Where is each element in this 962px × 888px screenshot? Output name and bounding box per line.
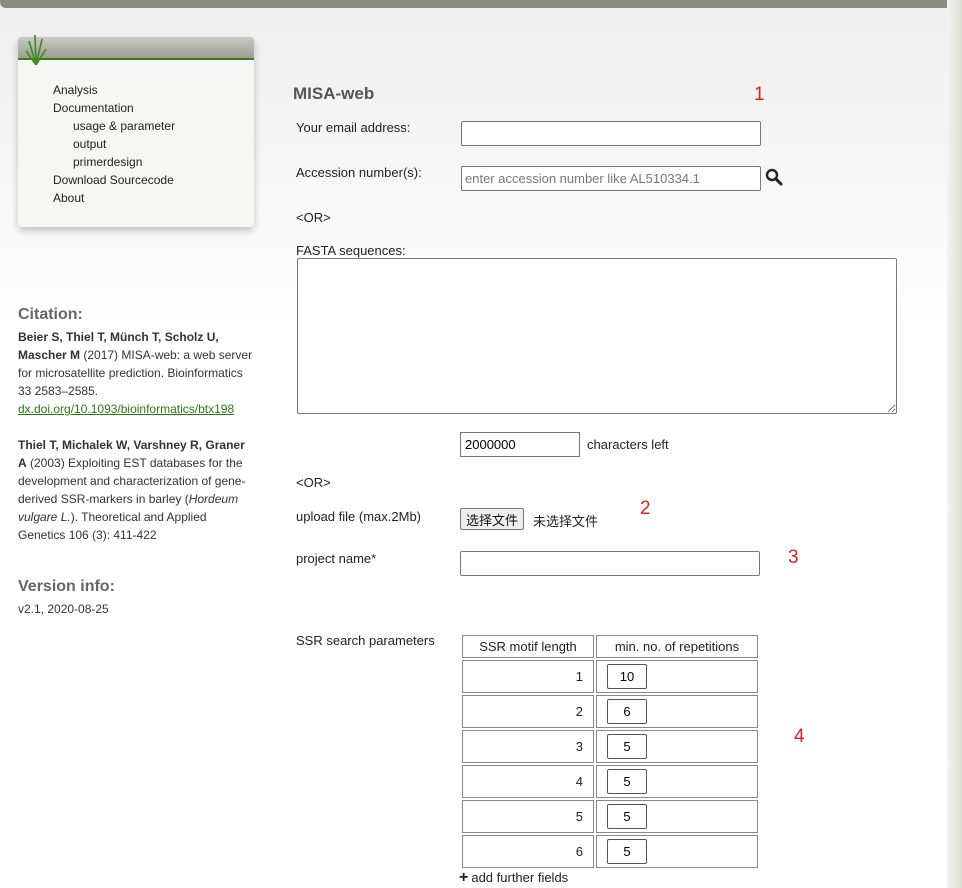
project-name-field[interactable] xyxy=(460,551,760,576)
upload-label: upload file (max.2Mb) xyxy=(296,509,421,524)
file-status: 未选择文件 xyxy=(533,514,599,529)
motif-length-cell: 6 xyxy=(462,835,594,868)
version-section: Version info: v2.1, 2020-08-25 xyxy=(18,578,254,618)
ssr-parameters-table: SSR motif length min. no. of repetitions… xyxy=(460,633,760,870)
right-edge xyxy=(947,0,962,888)
accession-input[interactable] xyxy=(461,166,761,191)
annotation-1: 1 xyxy=(754,84,765,105)
table-row: 3 xyxy=(462,730,758,763)
repetitions-cell xyxy=(596,695,758,728)
repetitions-cell xyxy=(596,835,758,868)
add-further-fields-label: add further fields xyxy=(471,870,569,885)
nav-output[interactable]: output xyxy=(53,135,175,153)
citation-ref-2: Thiel T, Michalek W, Varshney R, Graner … xyxy=(18,436,254,544)
table-row: 4 xyxy=(462,765,758,798)
version-value: v2.1, 2020-08-25 xyxy=(18,602,109,616)
plus-icon: + xyxy=(459,869,469,886)
repetitions-cell xyxy=(596,660,758,693)
nav-about[interactable]: About xyxy=(53,189,175,207)
repetitions-input[interactable] xyxy=(607,804,647,829)
annotation-3: 3 xyxy=(788,547,799,568)
accession-label: Accession number(s): xyxy=(296,165,422,180)
motif-length-cell: 4 xyxy=(462,765,594,798)
ref1-doi-link[interactable]: dx.doi.org/10.1093/bioinformatics/btx198 xyxy=(18,402,234,416)
repetitions-input[interactable] xyxy=(607,734,647,759)
motif-length-cell: 1 xyxy=(462,660,594,693)
table-row: 2 xyxy=(462,695,758,728)
annotation-4: 4 xyxy=(794,726,805,747)
or-label-2: <OR> xyxy=(296,475,331,490)
motif-length-cell: 5 xyxy=(462,800,594,833)
version-heading: Version info: xyxy=(18,578,115,595)
motif-length-cell: 2 xyxy=(462,695,594,728)
table-header-row: SSR motif length min. no. of repetitions xyxy=(462,635,758,658)
column-header-motif-length: SSR motif length xyxy=(462,635,594,658)
project-name-label: project name* xyxy=(296,551,377,566)
characters-left-counter xyxy=(460,432,580,457)
repetitions-input[interactable] xyxy=(607,664,647,689)
repetitions-input[interactable] xyxy=(607,839,647,864)
grass-logo-icon xyxy=(25,34,47,65)
navigation-menu: Analysis Documentation usage & parameter… xyxy=(53,81,175,207)
characters-left-label: characters left xyxy=(587,437,669,452)
citation-section: Citation: Beier S, Thiel T, Münch T, Sch… xyxy=(18,306,254,544)
ssr-params-label: SSR search parameters xyxy=(296,633,435,648)
citation-heading: Citation: xyxy=(18,306,83,323)
column-header-min-repetitions: min. no. of repetitions xyxy=(596,635,758,658)
top-bar xyxy=(0,0,954,8)
annotation-2: 2 xyxy=(640,498,651,519)
email-field[interactable] xyxy=(461,121,761,146)
navigation-header xyxy=(18,34,254,65)
nav-download-sourcecode[interactable]: Download Sourcecode xyxy=(53,171,175,189)
citation-ref-1: Beier S, Thiel T, Münch T, Scholz U, Mas… xyxy=(18,328,254,418)
table-row: 6 xyxy=(462,835,758,868)
fasta-textarea[interactable] xyxy=(297,258,897,414)
fasta-label: FASTA sequences: xyxy=(296,243,406,258)
table-row: 1 xyxy=(462,660,758,693)
table-row: 5 xyxy=(462,800,758,833)
repetitions-cell xyxy=(596,730,758,763)
add-further-fields-link[interactable]: + add further fields xyxy=(459,869,568,887)
repetitions-input[interactable] xyxy=(607,769,647,794)
email-label: Your email address: xyxy=(296,120,411,135)
nav-documentation[interactable]: Documentation xyxy=(53,99,175,117)
motif-length-cell: 3 xyxy=(462,730,594,763)
nav-analysis[interactable]: Analysis xyxy=(53,81,175,99)
nav-usage-parameter[interactable]: usage & parameter xyxy=(53,117,175,135)
page-title: MISA-web xyxy=(293,84,375,103)
repetitions-input[interactable] xyxy=(607,699,647,724)
choose-file-button[interactable]: 选择文件 xyxy=(460,508,525,530)
or-label-1: <OR> xyxy=(296,210,331,225)
search-icon[interactable] xyxy=(765,168,783,186)
repetitions-cell xyxy=(596,765,758,798)
navigation-box: Analysis Documentation usage & parameter… xyxy=(18,34,254,227)
nav-primerdesign[interactable]: primerdesign xyxy=(53,153,175,171)
repetitions-cell xyxy=(596,800,758,833)
